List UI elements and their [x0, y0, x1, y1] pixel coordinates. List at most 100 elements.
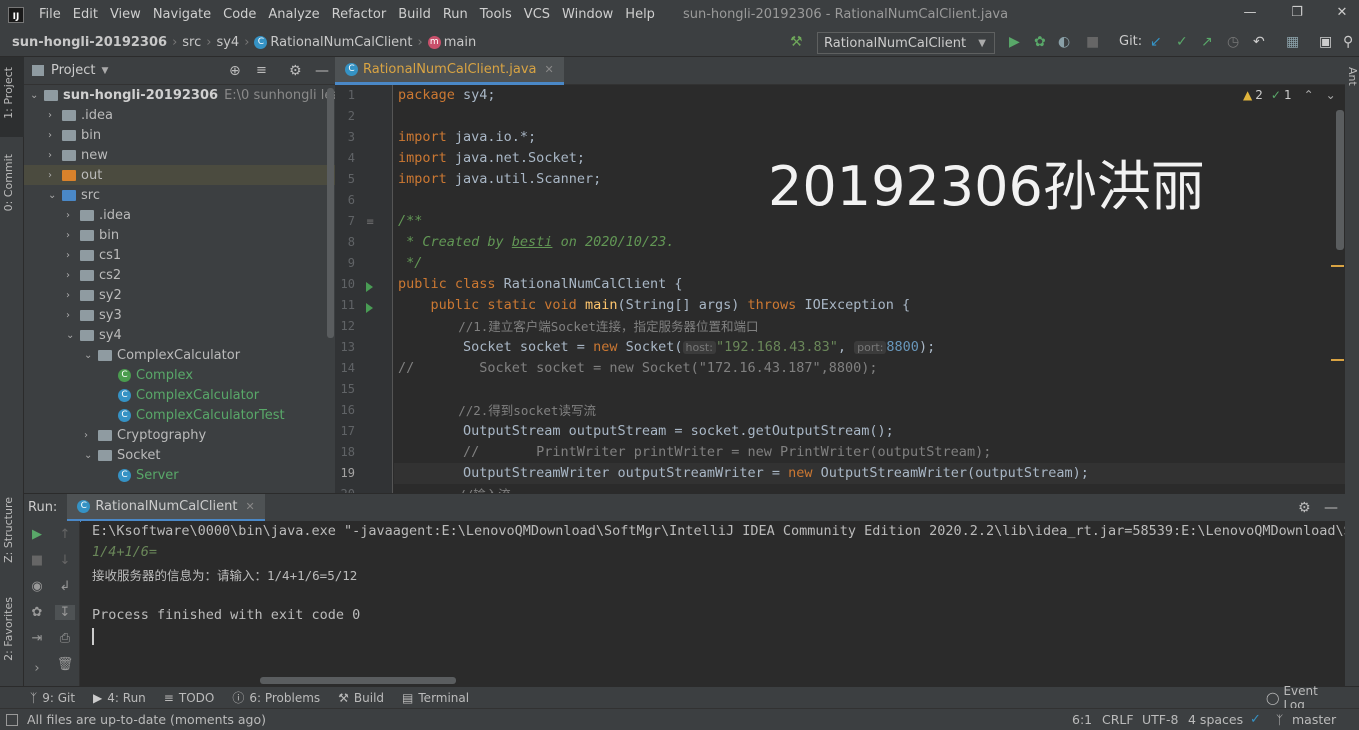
chevron-up-icon[interactable]: ⌃ [1304, 88, 1314, 102]
line-separator[interactable]: CRLF [1102, 712, 1134, 727]
menu-view[interactable]: View [104, 7, 147, 22]
tool-tab-problems[interactable]: ⓘ 6: Problems [232, 689, 320, 706]
console-horizontal-scrollbar[interactable] [260, 677, 456, 684]
tool-tab-run[interactable]: ▶ 4: Run [93, 691, 146, 705]
collapse-all-icon[interactable]: ≡ [256, 63, 267, 78]
close-button[interactable]: ✕ [1333, 5, 1351, 23]
file-encoding[interactable]: UTF-8 [1142, 712, 1178, 727]
soft-wrap-icon[interactable]: ↲ [55, 579, 75, 594]
menu-refactor[interactable]: Refactor [326, 7, 393, 22]
tool-tab-commit[interactable]: 0: Commit [2, 154, 15, 211]
console-output[interactable]: E:\Ksoftware\0000\bin\java.exe "-javaage… [81, 521, 1345, 686]
rerun-icon[interactable]: ▶ [27, 527, 47, 542]
git-update-icon[interactable]: ↙ [1150, 34, 1162, 50]
hide-panel-icon[interactable]: — [1324, 500, 1338, 516]
history-icon[interactable]: ◷ [1227, 34, 1239, 50]
project-structure-icon[interactable]: ▦ [1286, 34, 1299, 50]
doc-render-icon[interactable]: ≡ [366, 217, 374, 228]
close-tab-icon[interactable]: ✕ [544, 63, 553, 76]
project-panel-title[interactable]: Project [51, 63, 95, 78]
run-configuration-select[interactable]: RationalNumCalClient ▼ [817, 32, 995, 54]
tool-tab-structure[interactable]: Z: Structure [2, 497, 15, 563]
minimize-button[interactable]: — [1241, 5, 1259, 23]
menu-build[interactable]: Build [392, 7, 437, 22]
tree-item-server[interactable]: C Server [118, 465, 179, 485]
tool-tab-todo[interactable]: ≡ TODO [164, 691, 215, 705]
editor-scrollbar[interactable] [1336, 110, 1344, 250]
menu-code[interactable]: Code [217, 7, 262, 22]
tool-tab-project[interactable]: 1: Project [2, 67, 15, 119]
tree-item-src[interactable]: ⌄ src [48, 185, 100, 205]
indent-setting[interactable]: 4 spaces [1188, 712, 1243, 727]
camera-icon[interactable]: ◉ [27, 579, 47, 594]
search-everywhere-icon[interactable]: ⚲ [1343, 34, 1353, 50]
hide-panel-icon[interactable]: — [315, 63, 329, 79]
chevron-down-icon[interactable]: ⌄ [1326, 88, 1336, 102]
settings-bug-icon[interactable]: ✿ [27, 605, 47, 620]
tree-item-bin[interactable]: › bin [48, 125, 101, 145]
tree-item-cryptography[interactable]: › Cryptography [84, 425, 206, 445]
print-icon[interactable]: ⎙ [55, 631, 75, 646]
breadcrumb-src[interactable]: src [182, 35, 201, 50]
breadcrumb-method[interactable]: main [444, 35, 476, 50]
run-icon[interactable]: ▶ [1009, 34, 1020, 50]
build-hammer-icon[interactable]: ⚒ [790, 34, 803, 50]
tree-item-sy2[interactable]: › sy2 [66, 285, 122, 305]
status-message[interactable]: All files are up-to-date (moments ago) [27, 712, 266, 727]
stop-icon[interactable]: ■ [27, 553, 47, 568]
tree-item-new[interactable]: › new [48, 145, 108, 165]
breadcrumb-class[interactable]: RationalNumCalClient [270, 35, 412, 50]
tree-item-sy3[interactable]: › sy3 [66, 305, 122, 325]
error-stripe-mark[interactable] [1331, 359, 1344, 361]
tree-item-complexcalculator[interactable]: C ComplexCalculator [118, 385, 259, 405]
maximize-button[interactable]: ❐ [1288, 5, 1306, 23]
breadcrumb-package[interactable]: sy4 [216, 35, 239, 50]
scroll-to-end-icon[interactable]: ↧ [55, 605, 75, 620]
menu-analyze[interactable]: Analyze [262, 7, 325, 22]
tree-scrollbar[interactable] [327, 88, 334, 338]
stop-icon[interactable]: ■ [1086, 34, 1099, 50]
git-push-icon[interactable]: ↗ [1201, 34, 1213, 50]
git-branch[interactable]: master [1292, 712, 1336, 727]
run-tab[interactable]: C RationalNumCalClient ✕ [67, 493, 265, 522]
close-tab-icon[interactable]: ✕ [245, 500, 254, 513]
toggle-panels-icon[interactable] [6, 713, 18, 726]
scroll-up-icon[interactable]: ↑ [55, 527, 75, 542]
tree-item-cs1[interactable]: › cs1 [66, 245, 121, 265]
menu-edit[interactable]: Edit [67, 7, 104, 22]
vcs-icon[interactable]: ✓ [1250, 712, 1261, 727]
rollback-icon[interactable]: ↶ [1253, 34, 1265, 50]
tree-item-complexcalculator-pkg[interactable]: ⌄ ComplexCalculator [84, 345, 240, 365]
breadcrumb-project[interactable]: sun-hongli-20192306 [12, 35, 167, 50]
menu-file[interactable]: File [33, 7, 67, 22]
menu-navigate[interactable]: Navigate [147, 7, 217, 22]
tree-item-socket[interactable]: ⌄ Socket [84, 445, 161, 465]
tree-item-sy4[interactable]: ⌄ sy4 [66, 325, 122, 345]
tree-item-root[interactable]: ⌄ sun-hongli-20192306 E:\0 sunhongli lea… [30, 85, 335, 105]
locate-target-icon[interactable]: ⊕ [229, 63, 241, 79]
gear-icon[interactable]: ⚙ [1298, 500, 1311, 516]
inspection-widget[interactable]: ▲ 2 ✓ 1 ⌃ ⌄ [1243, 88, 1336, 102]
tab-rationalnumcalclient[interactable]: C RationalNumCalClient.java ✕ [335, 57, 564, 85]
scroll-down-icon[interactable]: ↓ [55, 553, 75, 568]
coverage-icon[interactable]: ◐ [1058, 34, 1070, 50]
gear-icon[interactable]: ⚙ [289, 63, 302, 79]
menu-run[interactable]: Run [437, 7, 474, 22]
tool-tab-git[interactable]: ᛉ 9: Git [30, 691, 75, 705]
chevron-down-icon[interactable]: ▼ [101, 66, 108, 76]
tree-item-src-idea[interactable]: › .idea [66, 205, 131, 225]
tree-item-complex[interactable]: C Complex [118, 365, 193, 385]
menu-vcs[interactable]: VCS [518, 7, 556, 22]
pin-icon[interactable]: › [27, 661, 47, 676]
error-stripe-mark[interactable] [1331, 265, 1344, 267]
run-gutter-icon[interactable] [366, 303, 373, 313]
menu-help[interactable]: Help [619, 7, 661, 22]
tree-item-out[interactable]: › out [24, 165, 335, 185]
tree-item-idea[interactable]: › .idea [48, 105, 113, 125]
tool-tab-build[interactable]: ⚒ Build [338, 691, 384, 705]
tool-tab-ant[interactable]: Ant [1346, 67, 1359, 86]
debug-icon[interactable]: ✿ [1034, 34, 1046, 50]
menu-tools[interactable]: Tools [474, 7, 518, 22]
run-gutter-icon[interactable] [366, 282, 373, 292]
menu-window[interactable]: Window [556, 7, 619, 22]
